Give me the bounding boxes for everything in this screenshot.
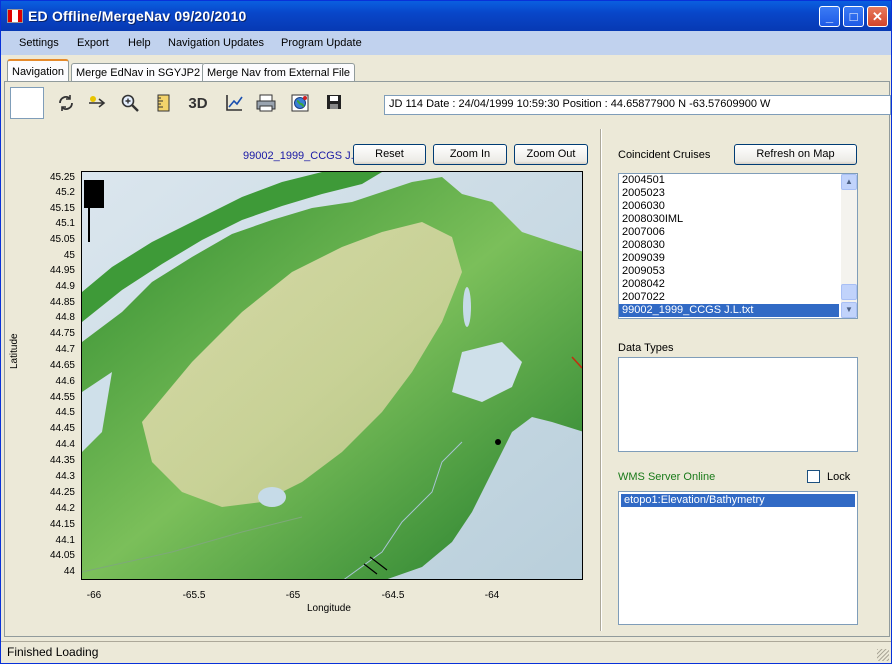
y-tick-label: 44.8 (55, 312, 75, 323)
cruise-list-scrollbar[interactable]: ▲ ▼ (841, 174, 857, 318)
menu-bar: Settings Export Help Navigation Updates … (1, 31, 891, 55)
menu-export[interactable]: Export (77, 37, 109, 49)
print-icon[interactable] (255, 93, 277, 115)
resize-grip-icon[interactable] (877, 649, 889, 661)
tab-navigation[interactable]: Navigation (7, 59, 69, 81)
lock-label: Lock (827, 471, 851, 483)
y-tick-label: 44.6 (55, 376, 75, 387)
y-tick-label: 44.5 (55, 407, 75, 418)
refresh-on-map-button[interactable]: Refresh on Map (734, 144, 857, 165)
y-tick-label: 44.3 (55, 471, 75, 482)
status-bar: Finished Loading (1, 641, 891, 663)
list-item[interactable]: 2005023 (619, 187, 857, 200)
scroll-thumb[interactable] (841, 284, 857, 300)
y-tick-label: 45.25 (49, 172, 75, 183)
status-text: Finished Loading (7, 645, 99, 659)
zoom-out-button[interactable]: Zoom Out (514, 144, 588, 165)
minimize-button[interactable]: _ (819, 6, 840, 27)
map-file-label: 99002_1999_CCGS J.L.txt (243, 150, 353, 162)
list-item[interactable]: 2007006 (619, 226, 857, 239)
tab-strip: Navigation Merge EdNav in SGYJP2 Merge N… (1, 59, 891, 81)
y-tick-label: 44.35 (49, 455, 75, 466)
y-tick-label: 45.1 (55, 218, 75, 229)
menu-navigation-updates[interactable]: Navigation Updates (168, 37, 264, 49)
y-tick-label: 44.75 (49, 328, 75, 339)
y-tick-label: 44.15 (49, 519, 75, 530)
wms-server-status: WMS Server Online (618, 471, 716, 483)
y-tick-label: 44.4 (55, 439, 75, 450)
zoom-icon[interactable] (119, 93, 141, 115)
window-title: ED Offline/MergeNav 09/20/2010 (28, 8, 247, 24)
x-tick-label: -65 (285, 590, 301, 601)
list-item[interactable]: 2004501 (619, 174, 857, 187)
refresh-icon[interactable] (55, 93, 77, 115)
y-tick-label: 45.15 (49, 203, 75, 214)
list-item[interactable]: 2008030IML (619, 213, 857, 226)
tool-preview-box[interactable] (10, 87, 44, 119)
pan-icon[interactable] (87, 93, 109, 115)
maximize-button[interactable]: □ (843, 6, 864, 27)
y-tick-label: 45 (63, 250, 75, 261)
zoom-in-button[interactable]: Zoom In (433, 144, 507, 165)
reset-button[interactable]: Reset (353, 144, 426, 165)
panel-divider (600, 129, 602, 631)
x-tick-label: -64 (484, 590, 500, 601)
x-axis-label: Longitude (307, 603, 351, 614)
x-tick-label: -66 (86, 590, 102, 601)
y-tick-label: 44.2 (55, 503, 75, 514)
coincident-cruises-list[interactable]: 2004501 2005023 2006030 2008030IML 20070… (618, 173, 858, 319)
scroll-down-icon[interactable]: ▼ (841, 302, 857, 318)
list-item[interactable]: 2008042 (619, 278, 857, 291)
x-tick-label: -64.5 (381, 590, 405, 601)
y-tick-label: 44.95 (49, 265, 75, 276)
position-readout: JD 114 Date : 24/04/1999 10:59:30 Positi… (384, 95, 891, 115)
list-item-selected[interactable]: 99002_1999_CCGS J.L.txt (619, 304, 839, 317)
title-bar[interactable]: ED Offline/MergeNav 09/20/2010 _ □ ✕ (1, 1, 891, 31)
tab-merge-nav-external[interactable]: Merge Nav from External File (202, 63, 356, 81)
y-axis-label: Latitude (9, 333, 20, 369)
close-button[interactable]: ✕ (867, 6, 888, 27)
data-types-label: Data Types (618, 342, 674, 354)
y-tick-label: 45.2 (55, 187, 75, 198)
scroll-up-icon[interactable]: ▲ (841, 174, 857, 190)
x-tick-label: -65.5 (182, 590, 206, 601)
y-tick-label: 44.85 (49, 297, 75, 308)
y-tick-label: 44.1 (55, 535, 75, 546)
coincident-cruises-label: Coincident Cruises (618, 149, 711, 161)
y-tick-label: 44.45 (49, 423, 75, 434)
menu-program-update[interactable]: Program Update (281, 37, 362, 49)
bathymetry-map[interactable] (81, 171, 583, 580)
list-item[interactable]: 2009053 (619, 265, 857, 278)
wms-layers-list[interactable]: etopo1:Elevation/Bathymetry (618, 491, 858, 625)
chart-icon[interactable] (223, 93, 245, 115)
menu-help[interactable]: Help (128, 37, 151, 49)
lock-checkbox[interactable] (807, 470, 820, 483)
menu-settings[interactable]: Settings (19, 37, 59, 49)
data-types-list[interactable] (618, 357, 858, 452)
list-item[interactable]: 2007022 (619, 291, 857, 304)
list-item[interactable]: 2006030 (619, 200, 857, 213)
ruler-icon[interactable] (153, 93, 175, 115)
list-item-selected[interactable]: etopo1:Elevation/Bathymetry (621, 494, 855, 507)
y-tick-label: 44.65 (49, 360, 75, 371)
app-window: ED Offline/MergeNav 09/20/2010 _ □ ✕ Set… (0, 0, 892, 664)
canada-flag-icon (7, 9, 23, 23)
y-tick-label: 44.05 (49, 550, 75, 561)
tab-merge-ednav[interactable]: Merge EdNav in SGYJP2 (71, 63, 206, 81)
y-tick-label: 44.25 (49, 487, 75, 498)
y-tick-label: 44.55 (49, 392, 75, 403)
y-tick-label: 45.05 (49, 234, 75, 245)
y-tick-label: 44.9 (55, 281, 75, 292)
list-item[interactable]: 2009039 (619, 252, 857, 265)
3d-view-button[interactable]: 3D (185, 93, 211, 115)
y-tick-label: 44.7 (55, 344, 75, 355)
y-tick-label: 44 (63, 566, 75, 577)
save-icon[interactable] (323, 93, 345, 115)
list-item[interactable]: 2008030 (619, 239, 857, 252)
globe-icon[interactable] (289, 93, 311, 115)
